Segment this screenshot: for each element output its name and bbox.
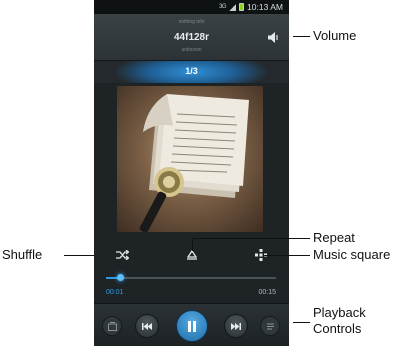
volume-button[interactable] [265,28,283,46]
album-art[interactable] [117,86,263,232]
repeat-leader-v [192,238,193,251]
status-bar: 3G 10:13 AM [94,0,289,14]
speaker-icon [267,31,278,43]
volume-leader [293,36,310,37]
total-time: 00:15 [258,289,276,296]
music-square-callout: Music square [313,247,391,262]
progress-bar[interactable] [106,274,276,281]
playback-callout-line2: Controls [313,321,362,336]
library-icon [107,321,117,331]
queue-icon [266,323,274,329]
elapsed-time: 00:01 [106,289,124,296]
shuffle-callout: Shuffle [2,247,43,262]
next-button[interactable] [224,314,248,338]
header-top-line: nothing info [178,19,205,25]
previous-button[interactable] [135,314,159,338]
track-header: nothing info 44f128r unknown [94,14,289,61]
playback-callout: Playback Controls [313,305,366,337]
track-counter: 1/3 [185,66,198,76]
rewind-icon [142,322,152,330]
battery-icon [239,3,245,11]
play-pause-button[interactable] [176,310,208,342]
shuffle-leader [64,255,94,256]
network-indicator: 3G [219,4,227,10]
playback-controls [94,303,289,346]
library-button[interactable] [102,316,122,336]
volume-callout: Volume [313,28,357,43]
track-artist: unknown [181,47,202,53]
fast-forward-icon [231,322,241,330]
shuffle-button[interactable] [113,246,131,264]
pause-icon [188,320,196,332]
music-square-leader [263,255,310,256]
phone-screen: 3G 10:13 AM nothing info 44f128r unknown… [94,0,289,346]
watermark [0,0,72,50]
shuffle-icon [115,250,129,260]
track-counter-bar: 1/3 [94,61,289,83]
progress-handle[interactable] [116,274,124,281]
queue-button[interactable] [260,316,280,336]
status-time: 10:13 AM [247,2,283,12]
playback-callout-line1: Playback [313,305,366,320]
track-title: 44f128r [173,32,210,43]
signal-icon [229,3,237,11]
repeat-callout: Repeat [313,230,355,245]
album-art-image [139,94,249,232]
playback-leader [293,322,310,323]
repeat-icon [186,250,198,260]
repeat-leader-h [192,238,310,239]
